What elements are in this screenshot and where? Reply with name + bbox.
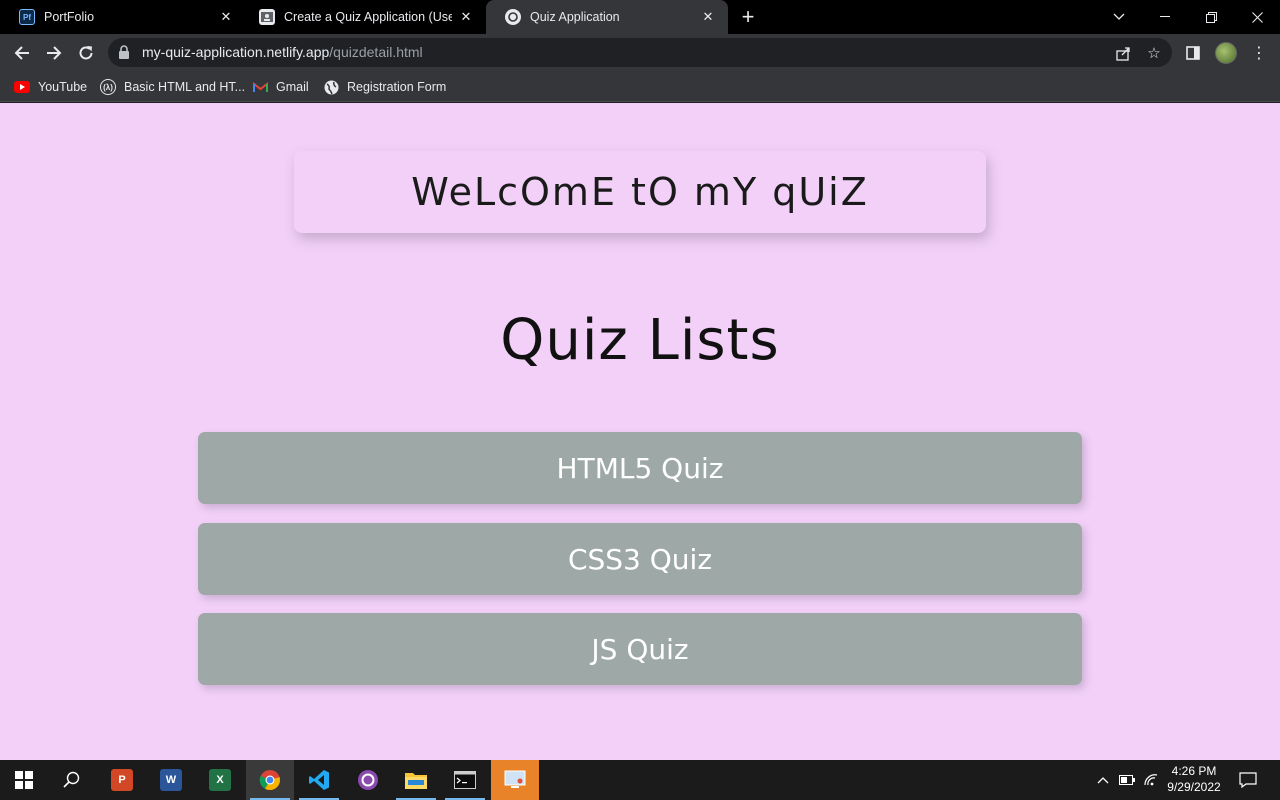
globe-icon: [323, 79, 339, 95]
clock-date: 9/29/2022: [1167, 780, 1221, 794]
person-card-icon: [259, 9, 275, 25]
tab-label: Create a Quiz Application (Use A: [284, 10, 452, 24]
gmail-icon: [252, 79, 268, 95]
reload-icon[interactable]: [71, 38, 101, 68]
tab-create-quiz[interactable]: Create a Quiz Application (Use A ✕: [240, 0, 486, 34]
windows-start-icon[interactable]: [0, 760, 48, 800]
back-arrow-icon[interactable]: [7, 38, 37, 68]
bookmark-gmail[interactable]: Gmail: [252, 77, 309, 97]
page-content: WeLcOmE tO mY qUiZ Quiz Lists HTML5 Quiz…: [0, 103, 1280, 760]
close-window-button[interactable]: [1234, 0, 1280, 34]
word-icon[interactable]: W: [147, 760, 195, 800]
chrome-icon[interactable]: [246, 760, 294, 800]
windows-taskbar: P W X 4:26 PM 9/29/2022: [0, 760, 1280, 800]
browser-tab-strip: Pf PortFolio ✕ Create a Quiz Application…: [0, 0, 1280, 34]
browser-toolbar: my-quiz-application.netlify.app/quizdeta…: [0, 34, 1280, 72]
powerpoint-icon[interactable]: P: [98, 760, 146, 800]
bookmark-registration-form[interactable]: Registration Form: [323, 77, 446, 97]
freecodecamp-icon: (λ): [100, 79, 116, 95]
close-icon[interactable]: ✕: [458, 9, 474, 25]
battery-icon[interactable]: [1116, 760, 1138, 800]
bookmark-label: Basic HTML and HT...: [124, 80, 246, 94]
vscode-icon[interactable]: [295, 760, 343, 800]
wifi-icon[interactable]: [1140, 760, 1162, 800]
tab-search-chevron-icon[interactable]: [1096, 0, 1142, 34]
lock-icon[interactable]: [118, 45, 130, 59]
bookmark-label: YouTube: [38, 80, 88, 94]
bookmark-label: Gmail: [276, 80, 309, 94]
more-menu-icon[interactable]: ⋮: [1248, 42, 1270, 64]
js-quiz-button[interactable]: JS Quiz: [198, 613, 1082, 685]
portfolio-favicon-icon: Pf: [19, 9, 35, 25]
page-title: Quiz Lists: [500, 308, 780, 373]
address-bar[interactable]: my-quiz-application.netlify.app/quizdeta…: [108, 38, 1172, 67]
excel-icon[interactable]: X: [196, 760, 244, 800]
new-tab-button[interactable]: +: [736, 4, 760, 29]
close-icon[interactable]: ✕: [218, 9, 234, 25]
forward-arrow-icon[interactable]: [39, 38, 69, 68]
search-icon[interactable]: [48, 760, 96, 800]
bookmark-label: Registration Form: [347, 80, 447, 94]
bookmarks-bar: YouTube (λ) Basic HTML and HT... Gmail R…: [0, 72, 1280, 102]
url-text[interactable]: my-quiz-application.netlify.app/quizdeta…: [142, 44, 423, 60]
tab-quiz-application[interactable]: Quiz Application ✕: [486, 0, 728, 34]
tab-label: PortFolio: [44, 10, 95, 24]
github-desktop-icon[interactable]: [344, 760, 392, 800]
side-panel-icon[interactable]: [1182, 42, 1204, 64]
remote-desktop-icon[interactable]: [491, 760, 539, 800]
welcome-banner: WeLcOmE tO mY qUiZ: [294, 151, 986, 233]
restore-button[interactable]: [1188, 0, 1234, 34]
close-icon[interactable]: ✕: [700, 9, 716, 25]
tab-portfolio[interactable]: Pf PortFolio ✕: [0, 0, 246, 34]
minimize-button[interactable]: [1142, 0, 1188, 34]
html5-quiz-button[interactable]: HTML5 Quiz: [198, 432, 1082, 504]
system-clock[interactable]: 4:26 PM 9/29/2022: [1160, 763, 1228, 795]
css3-quiz-button[interactable]: CSS3 Quiz: [198, 523, 1082, 595]
bookmark-star-icon[interactable]: ☆: [1144, 43, 1164, 63]
tab-label: Quiz Application: [530, 10, 620, 24]
netlify-icon: [505, 9, 521, 25]
share-icon[interactable]: [1113, 43, 1133, 63]
clock-time: 4:26 PM: [1171, 764, 1217, 778]
bookmark-basic-html[interactable]: (λ) Basic HTML and HT...: [100, 77, 245, 97]
terminal-icon[interactable]: [441, 760, 489, 800]
profile-avatar[interactable]: [1215, 42, 1237, 64]
chevron-up-icon[interactable]: [1092, 760, 1114, 800]
notification-icon[interactable]: [1234, 760, 1262, 800]
file-explorer-icon[interactable]: [392, 760, 440, 800]
bookmark-youtube[interactable]: YouTube: [14, 77, 87, 97]
youtube-icon: [14, 79, 30, 95]
